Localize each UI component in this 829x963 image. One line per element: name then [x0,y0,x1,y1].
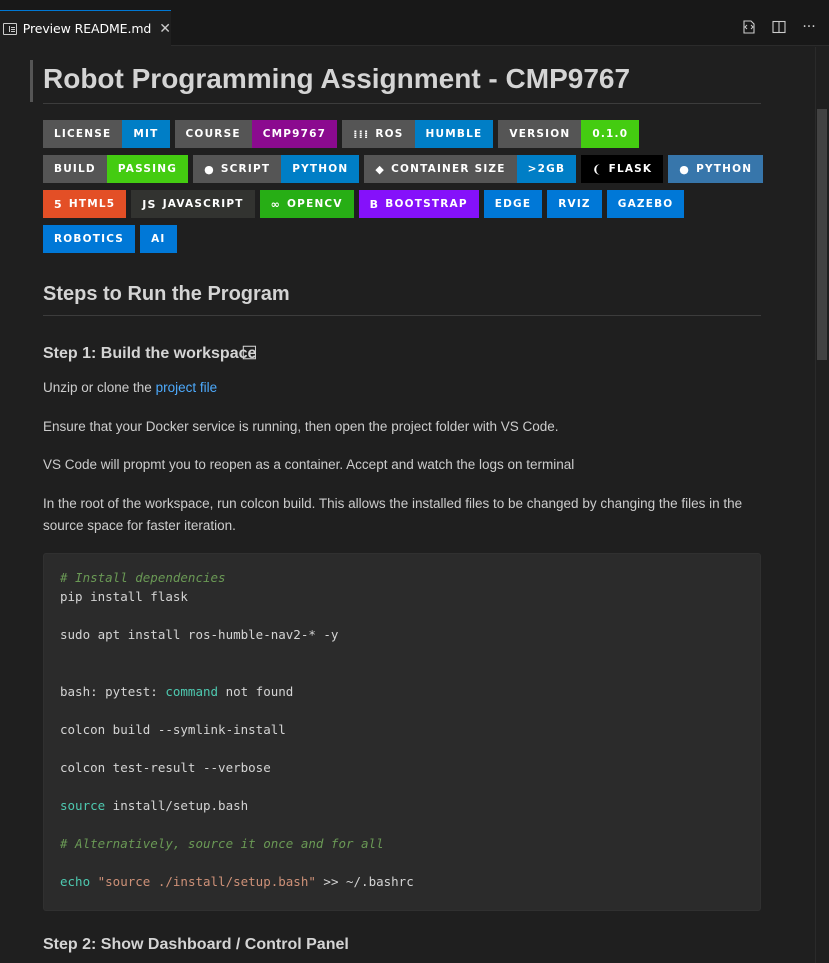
badge-license[interactable]: LICENSE MIT [43,120,170,148]
preview-icon [3,22,17,35]
badge-label: COURSE [174,120,252,148]
badge-value: RVIZ [547,190,602,218]
badge-label: VERSION [498,120,582,148]
paragraph-clone: Unzip or clone the project file [43,380,218,395]
page-title: Robot Programming Assignment - CMP9767 [43,63,631,94]
code-block: # Install dependencies pip install flask… [43,553,761,911]
badge-ros[interactable]: ⁞⁞⁞ ROS HUMBLE [342,120,494,148]
badge-label: ⁞⁞⁞ ROS [342,120,415,148]
badge-row: ROBOTICS AI [43,225,773,253]
tab-label: Preview README.md [22,21,152,36]
badge-robotics[interactable]: ROBOTICS [43,225,136,253]
badge-value: 5 HTML5 [43,190,127,218]
code-line: echo "source ./install/setup.bash" >> ~/… [60,874,414,889]
code-line: bash: pytest: command not found [60,684,294,699]
vertical-scrollbar[interactable] [815,47,829,963]
badge-value: B BOOTSTRAP [358,190,479,218]
badge-value: ❨ FLASK [581,155,664,183]
badge-logo-icon: 5 [54,197,63,211]
badge-rviz[interactable]: RVIZ [547,190,602,218]
badge-script[interactable]: ● SCRIPT PYTHON [193,155,360,183]
badge-container-size[interactable]: ◆ CONTAINER SIZE >2GB [364,155,577,183]
title-accent-bar [30,60,33,102]
paragraph-colcon: In the root of the workspace, run colcon… [43,496,743,533]
badge-logo-icon: ⁞⁞⁞ [353,127,370,141]
badge-logo-icon: JS [142,197,157,211]
code-line: colcon test-result --verbose [60,760,271,775]
badge-row: BUILD PASSING ● SCRIPT PYTHON ◆ CONTAINER SIZE… [43,155,773,183]
badge-value: ● PYTHON [668,155,764,183]
paragraph-reopen: VS Code will propmt you to reopen as a c… [43,457,575,472]
open-source-icon[interactable] [741,19,757,35]
badge-logo-icon: ∞ [270,197,282,211]
tab-preview-readme[interactable]: Preview README.md ✕ [0,10,171,46]
badge-bootstrap[interactable]: B BOOTSTRAP [358,190,479,218]
badge-value: ROBOTICS [43,225,136,253]
badge-javascript[interactable]: JS JAVASCRIPT [131,190,255,218]
split-editor-icon[interactable] [771,19,787,35]
badge-logo-icon: B [369,197,380,211]
badge-edge[interactable]: EDGE [483,190,543,218]
badge-value: EDGE [483,190,543,218]
step2-heading: Step 2: Show Dashboard / Control Panel [43,936,349,953]
badge-value: ∞ OPENCV [259,190,354,218]
badge-value: JS JAVASCRIPT [131,190,255,218]
badge-row: 5 HTML5 JS JAVASCRIPT ∞ OPENCV B BOOTSTRAP EDGE R… [43,190,773,218]
editor-tab-bar: Preview README.md ✕ ··· [0,0,829,46]
title-divider [43,103,761,104]
code-line: source install/setup.bash [60,798,249,813]
badge-label: BUILD [43,155,107,183]
section-title: Steps to Run the Program [43,283,290,305]
badge-value: PYTHON [281,155,360,183]
badge-label: ● SCRIPT [193,155,282,183]
badge-value: MIT [122,120,170,148]
code-line: sudo apt install ros-humble-nav2-* -y [60,627,339,642]
badge-value: CMP9767 [251,120,338,148]
step1-heading: Step 1: Build the workspace⃞ [43,345,257,362]
badge-ai[interactable]: AI [140,225,177,253]
badge-build[interactable]: BUILD PASSING [43,155,189,183]
code-line: colcon build --symlink-install [60,722,286,737]
badge-version[interactable]: VERSION 0.1.0 [498,120,640,148]
badge-value: >2GB [516,155,577,183]
badge-value: HUMBLE [414,120,494,148]
code-line: # Alternatively, source it once and for … [60,836,384,851]
badge-row: LICENSE MIT COURSE CMP9767 ⁞⁞⁞ ROS HUMBLE VERSI… [43,120,773,148]
paragraph-docker: Ensure that your Docker service is runni… [43,419,559,434]
badge-value: PASSING [106,155,189,183]
badge-python[interactable]: ● PYTHON [668,155,764,183]
badge-logo-icon: ◆ [375,162,386,176]
close-icon[interactable]: ✕ [159,21,171,37]
badge-course[interactable]: COURSE CMP9767 [174,120,338,148]
editor-actions: ··· [741,19,817,35]
badge-label: LICENSE [43,120,123,148]
badge-html5[interactable]: 5 HTML5 [43,190,127,218]
project-file-link[interactable]: project file [156,380,218,395]
badge-value: 0.1.0 [581,120,640,148]
badge-logo-icon: ● [204,162,215,176]
badge-list: LICENSE MIT COURSE CMP9767 ⁞⁞⁞ ROS HUMBLE VERSI… [43,120,773,260]
code-line: pip install flask [60,589,188,604]
badge-gazebo[interactable]: GAZEBO [606,190,685,218]
badge-logo-icon: ● [679,162,691,176]
badge-flask[interactable]: ❨ FLASK [581,155,664,183]
badge-value: GAZEBO [606,190,685,218]
more-actions-icon[interactable]: ··· [801,19,817,35]
scrollbar-thumb[interactable] [817,109,827,360]
badge-value: AI [140,225,177,253]
code-line: # Install dependencies [60,570,226,585]
badge-logo-icon: ❨ [592,162,603,176]
badge-opencv[interactable]: ∞ OPENCV [259,190,354,218]
badge-label: ◆ CONTAINER SIZE [364,155,517,183]
section-divider [43,315,761,316]
title-block: Robot Programming Assignment - CMP9767 [30,60,761,104]
